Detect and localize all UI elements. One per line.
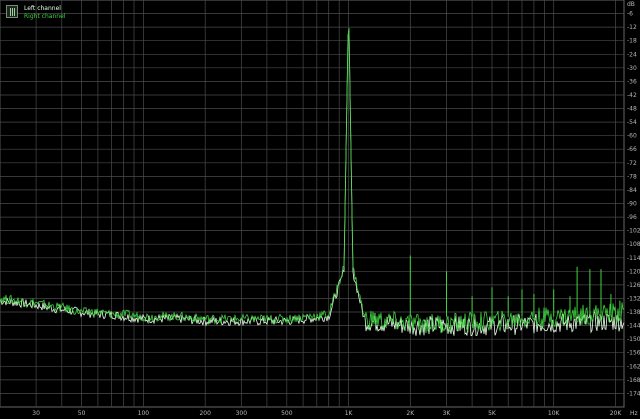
y-tick-label: -30: [627, 65, 637, 72]
y-unit-label: dB: [627, 1, 635, 8]
y-tick-label: -36: [627, 78, 637, 85]
y-tick-label: -126: [627, 282, 640, 289]
x-tick-label: 2K: [406, 410, 415, 417]
y-tick-label: -150: [627, 336, 640, 343]
y-tick-label: -132: [627, 296, 640, 303]
x-tick-label: 30: [32, 410, 40, 417]
y-tick-label: -60: [627, 133, 637, 140]
y-axis-ticks: -6 -12 -18 -24 -30 -36 -42 -48 -54 -60 -66 -72 -78 -8…: [627, 1, 640, 397]
y-tick-label: -24: [627, 51, 637, 58]
x-tick-label: 50: [78, 410, 86, 417]
y-tick-label: -42: [627, 92, 637, 99]
y-tick-label: -120: [627, 268, 640, 275]
y-tick-label: -96: [627, 214, 637, 221]
y-tick-label: -48: [627, 106, 637, 113]
y-tick-label: -144: [627, 323, 640, 330]
grid-lines: [0, 0, 625, 408]
x-tick-label: 3K: [443, 410, 452, 417]
y-tick-label: -84: [627, 187, 637, 194]
y-tick-label: -12: [627, 24, 637, 31]
legend-item-left-channel[interactable]: Left channel: [24, 5, 61, 12]
y-tick-label: -72: [627, 160, 637, 167]
x-tick-label: 100: [138, 410, 150, 417]
y-tick-label: -102: [627, 228, 640, 235]
y-tick-label: -114: [627, 255, 640, 262]
x-unit-label: Hz: [630, 410, 638, 417]
y-tick-label: -90: [627, 201, 637, 208]
x-tick-label: 500: [281, 410, 293, 417]
y-tick-label: -18: [627, 38, 637, 45]
y-tick-label: -156: [627, 350, 640, 357]
x-tick-label: 10K: [548, 410, 561, 417]
y-tick-label: -162: [627, 363, 640, 370]
x-tick-label: 300: [236, 410, 248, 417]
x-tick-label: 200: [199, 410, 211, 417]
y-tick-label: -66: [627, 146, 637, 153]
x-axis-ticks: 30 50 100 200 300 500 1K 2K 3K 5K 10K 20K Hz: [32, 410, 637, 417]
y-tick-label: -54: [627, 119, 637, 126]
legend-item-right-channel[interactable]: Right channel: [24, 13, 65, 20]
y-tick-label: -6: [627, 11, 633, 18]
legend-toggle-icon[interactable]: [6, 5, 18, 18]
y-tick-label: -138: [627, 309, 640, 316]
y-tick-label: -168: [627, 377, 640, 384]
x-tick-label: 5K: [488, 410, 497, 417]
y-tick-label: -78: [627, 173, 637, 180]
y-tick-label: -174: [627, 390, 640, 397]
x-tick-label: 20K: [610, 410, 623, 417]
x-tick-label: 1K: [345, 410, 354, 417]
y-tick-label: -108: [627, 241, 640, 248]
spectrum-chart: -6 -12 -18 -24 -30 -36 -42 -48 -54 -60 -66 -72 -78 -8…: [0, 0, 640, 417]
